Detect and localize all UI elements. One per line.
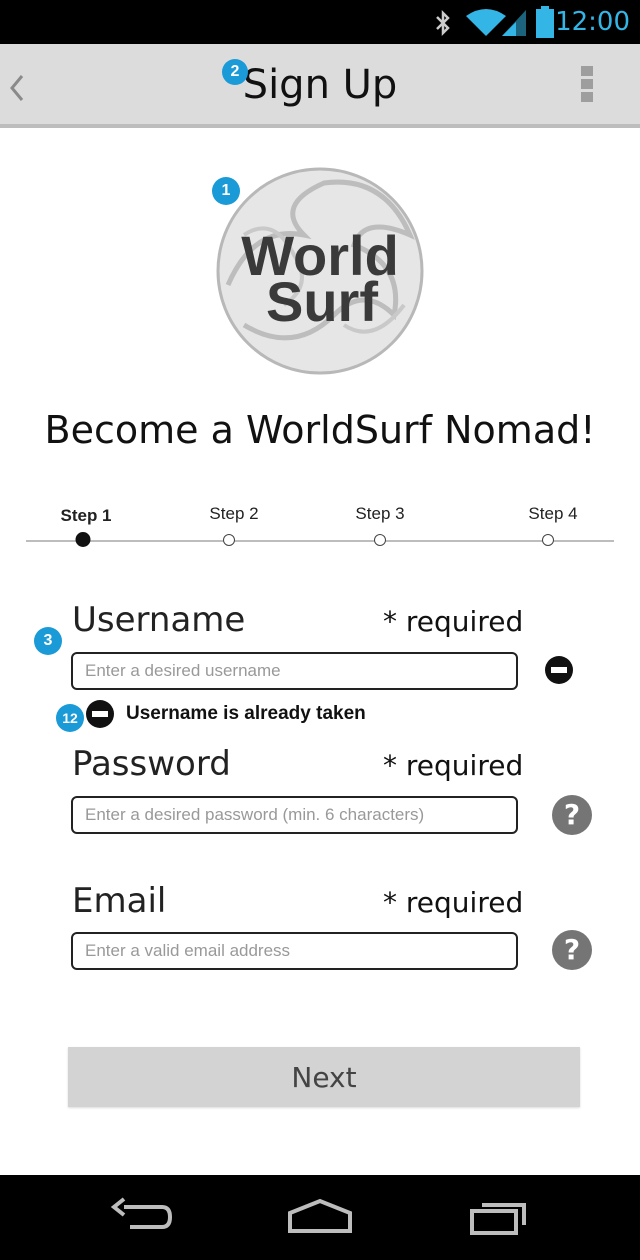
home-icon[interactable]	[286, 1195, 354, 1239]
steps-progress-line	[26, 540, 614, 542]
email-input[interactable]	[71, 932, 518, 970]
email-label: Email	[72, 881, 167, 921]
email-required: * required	[383, 886, 524, 919]
worldsurf-logo: World Surf	[216, 167, 424, 375]
status-bar: 12:00	[0, 0, 640, 44]
username-error-message: Username is already taken	[126, 703, 366, 724]
next-button[interactable]: Next	[68, 1047, 580, 1107]
callout-badge-error: 12	[56, 704, 84, 732]
step-1-label: Step 1	[60, 506, 112, 525]
password-input[interactable]	[71, 796, 518, 834]
step-1-dot	[75, 532, 91, 547]
logo-text-surf: Surf	[266, 270, 378, 333]
callout-badge-title: 2	[222, 59, 248, 85]
step-3-label: Step 3	[355, 504, 405, 523]
step-2-label: Step 2	[209, 504, 259, 523]
recents-icon[interactable]	[468, 1195, 532, 1239]
action-bar: Sign Up	[0, 44, 640, 128]
password-label: Password	[72, 744, 231, 784]
back-icon[interactable]	[110, 1195, 174, 1239]
email-help-icon[interactable]: ?	[552, 930, 592, 970]
signal-icon	[502, 10, 526, 36]
username-required: * required	[383, 605, 524, 638]
step-4-label: Step 4	[528, 504, 578, 523]
battery-icon	[536, 6, 554, 38]
bluetooth-icon	[436, 9, 450, 37]
username-input[interactable]	[71, 652, 518, 690]
error-minus-icon	[545, 656, 573, 684]
step-4-dot	[542, 534, 554, 546]
step-2-dot	[223, 534, 235, 546]
page-title: Sign Up	[242, 62, 398, 108]
step-3-dot	[374, 534, 386, 546]
username-label: Username	[72, 600, 246, 640]
callout-badge-username: 3	[34, 627, 62, 655]
system-nav-bar	[0, 1175, 640, 1260]
error-minus-icon	[86, 700, 114, 728]
headline: Become a WorldSurf Nomad!	[44, 408, 596, 452]
status-clock: 12:00	[555, 7, 630, 37]
overflow-menu-icon[interactable]	[578, 66, 596, 110]
password-help-icon[interactable]: ?	[552, 795, 592, 835]
password-required: * required	[383, 749, 524, 782]
